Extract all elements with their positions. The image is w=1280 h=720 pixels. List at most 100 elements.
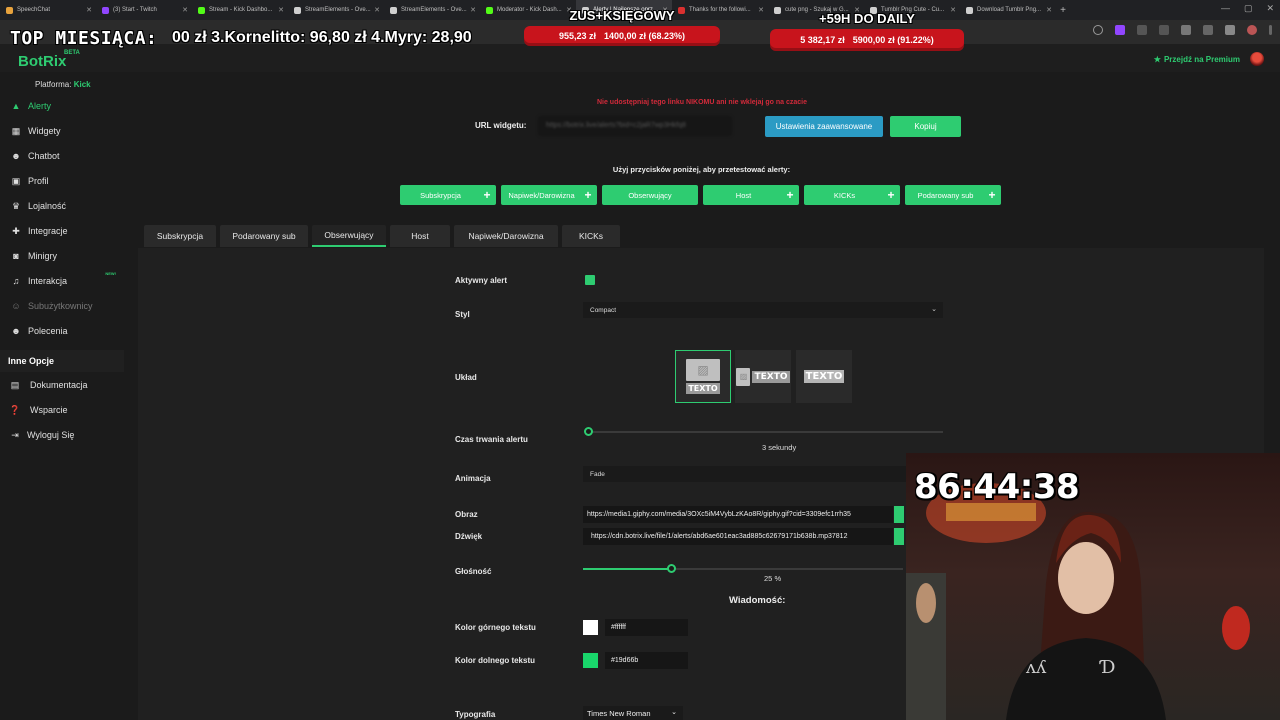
layout-option-side[interactable]: ▨ TEXTO bbox=[735, 350, 791, 403]
tab-obserwujacy[interactable]: Obserwujący bbox=[312, 225, 386, 247]
layout-option-stacked[interactable]: ▨ TEXTO bbox=[675, 350, 731, 403]
style-select[interactable]: Compact ⌄ bbox=[583, 302, 943, 318]
tab-subskrypcja[interactable]: Subskrypcja bbox=[144, 225, 216, 247]
duration-slider-handle[interactable] bbox=[584, 427, 593, 436]
sidebar-item-wsparcie[interactable]: ❓ Wsparcie bbox=[0, 398, 124, 422]
close-icon[interactable]: ✕ bbox=[374, 6, 380, 14]
copy-button[interactable]: Kopiuj bbox=[890, 116, 961, 137]
image-picker-button[interactable] bbox=[894, 506, 904, 523]
new-tab-icon[interactable]: + bbox=[1056, 5, 1070, 16]
test-button-obserwujacy[interactable]: Obserwujący bbox=[602, 185, 698, 205]
extension-icon[interactable] bbox=[1159, 25, 1169, 35]
volume-number: 25 bbox=[764, 574, 773, 583]
advanced-settings-button[interactable]: Ustawienia zaawansowane bbox=[765, 116, 883, 137]
browser-tab[interactable]: StreamElements - Ove... ✕ bbox=[288, 0, 384, 20]
warning-text: Nie udostępniaj tego linku NIKOMU ani ni… bbox=[596, 99, 808, 106]
duration-slider-track[interactable] bbox=[587, 431, 943, 433]
browser-tab[interactable]: Download Tumblr Png... ✕ bbox=[960, 0, 1056, 20]
close-icon[interactable]: ✕ bbox=[1046, 6, 1052, 14]
maximize-icon[interactable]: ▢ bbox=[1244, 3, 1253, 14]
sidebar-item-chatbot[interactable]: ☻ Chatbot bbox=[0, 144, 124, 168]
favicon-icon bbox=[390, 6, 397, 14]
favicon-icon bbox=[102, 6, 109, 14]
close-icon[interactable]: ✕ bbox=[758, 6, 764, 14]
premium-link[interactable]: ★ Przejdź na Premium bbox=[1154, 55, 1240, 64]
svg-text:Ɗ: Ɗ bbox=[1099, 657, 1115, 678]
browser-tab-label: Download Tumblr Png... bbox=[977, 7, 1042, 13]
overlay-goal: ZUS+KSIĘGOWY 955,23 zł 1400,00 zł (68.23%… bbox=[524, 8, 720, 46]
active-alert-checkbox[interactable] bbox=[585, 275, 595, 285]
test-instructions: Użyj przycisków poniżej, aby przetestowa… bbox=[612, 165, 791, 174]
bottom-text-color-swatch[interactable] bbox=[583, 653, 598, 668]
profile-icon[interactable] bbox=[1247, 25, 1257, 35]
browser-tab-label: StreamElements - Ove... bbox=[401, 7, 467, 13]
close-window-icon[interactable]: ✕ bbox=[1266, 3, 1274, 14]
sidebar-item-label: Minigry bbox=[28, 251, 58, 261]
close-icon[interactable]: ✕ bbox=[470, 6, 476, 14]
beta-badge: BETA bbox=[64, 50, 80, 56]
download-icon[interactable] bbox=[1203, 25, 1213, 35]
star-icon[interactable] bbox=[1093, 25, 1103, 35]
plus-icon: + bbox=[584, 188, 592, 202]
favicon-icon bbox=[294, 6, 301, 14]
sidebar-item-lojalnosc[interactable]: ♛ Lojalność bbox=[0, 194, 124, 218]
sidebar-item-widgety[interactable]: ▦ Widgety bbox=[0, 119, 124, 143]
sound-picker-button[interactable] bbox=[894, 528, 904, 545]
browser-tab[interactable]: SpeechChat ✕ bbox=[0, 0, 96, 20]
test-button-label: KICKs bbox=[833, 190, 856, 200]
typography-select[interactable]: Times New Roman ⌄ bbox=[583, 706, 683, 720]
top-text-color-swatch[interactable] bbox=[583, 620, 598, 635]
browser-tab[interactable]: Stream - Kick Dashbo... ✕ bbox=[192, 0, 288, 20]
menu-icon[interactable] bbox=[1269, 25, 1272, 35]
top-text-color-label: Kolor górnego tekstu bbox=[455, 623, 536, 632]
volume-slider-handle[interactable] bbox=[667, 564, 676, 573]
close-icon[interactable]: ✕ bbox=[182, 6, 188, 14]
tab-kicks[interactable]: KICKs bbox=[562, 225, 620, 247]
volume-slider-fill bbox=[583, 568, 671, 570]
sound-url-input[interactable]: https://cdn.botrix.live/file/1/alerts/ab… bbox=[583, 528, 893, 545]
tab-podarowany-sub[interactable]: Podarowany sub bbox=[220, 225, 308, 247]
test-button-subskrypcja[interactable]: Subskrypcja + bbox=[400, 185, 496, 205]
sidebar-item-label: Integracje bbox=[28, 226, 68, 236]
browser-tab[interactable]: StreamElements - Ove... ✕ bbox=[384, 0, 480, 20]
message-heading: Wiadomość: bbox=[729, 595, 786, 606]
sidebar-item-polecenia[interactable]: ☻ Polecenia bbox=[0, 319, 124, 343]
test-button-kicks[interactable]: KICKs + bbox=[804, 185, 900, 205]
browser-tab-label: StreamElements - Ove... bbox=[305, 7, 371, 13]
image-url-input[interactable]: https://media1.giphy.com/media/3OXc5iM4V… bbox=[583, 506, 893, 523]
extension-icon[interactable] bbox=[1181, 25, 1191, 35]
logout-icon: ⇥ bbox=[11, 429, 19, 440]
sidebar-item-dokumentacja[interactable]: ▤ Dokumentacja bbox=[0, 373, 124, 397]
close-icon[interactable]: ✕ bbox=[278, 6, 284, 14]
widget-url-field[interactable]: https://botrix.live/alerts?bid=c2jaR7wp3… bbox=[538, 116, 732, 136]
top-text-color-input[interactable]: #ffffff bbox=[605, 619, 688, 636]
bottom-text-color-input[interactable]: #19d66b bbox=[605, 652, 688, 669]
extension-icon[interactable] bbox=[1225, 25, 1235, 35]
close-icon[interactable]: ✕ bbox=[86, 6, 92, 14]
extension-icon[interactable] bbox=[1137, 25, 1147, 35]
favicon-icon bbox=[966, 6, 973, 14]
music-icon: ♫ bbox=[12, 276, 20, 286]
duration-number: 3 bbox=[762, 443, 767, 452]
overlay-top-label: TOP MIESIĄCA: bbox=[10, 28, 158, 49]
sidebar-item-wyloguj[interactable]: ⇥ Wyloguj Się bbox=[0, 423, 124, 447]
tab-host[interactable]: Host bbox=[390, 225, 450, 247]
botrix-logo[interactable]: BotRix bbox=[18, 53, 66, 70]
avatar[interactable] bbox=[1250, 52, 1264, 66]
test-button-host[interactable]: Host + bbox=[703, 185, 799, 205]
browser-tab[interactable]: (3) Start - Twitch ✕ bbox=[96, 0, 192, 20]
extension-twitch-icon[interactable] bbox=[1115, 25, 1125, 35]
minimize-icon[interactable]: — bbox=[1221, 3, 1230, 14]
sidebar-item-alerty[interactable]: ▲ Alerty bbox=[0, 94, 124, 118]
sidebar-item-integracje[interactable]: ✚ Integracje bbox=[0, 219, 124, 243]
layout-text-sample: TEXTO bbox=[803, 370, 845, 383]
animation-select[interactable]: Fade bbox=[583, 466, 913, 482]
tab-napiwek[interactable]: Napiwek/Darowizna bbox=[454, 225, 558, 247]
layout-option-overlay[interactable]: TEXTO bbox=[796, 350, 852, 403]
test-button-podarowany-sub[interactable]: Podarowany sub + bbox=[905, 185, 1001, 205]
sidebar-item-minigry[interactable]: ◙ Minigry bbox=[0, 244, 124, 268]
test-button-napiwek[interactable]: Napiwek/Darowizna + bbox=[501, 185, 597, 205]
sidebar-item-profil[interactable]: ▣ Profil bbox=[0, 169, 124, 193]
sidebar-item-label: Subużytkownicy bbox=[28, 301, 93, 311]
sidebar-item-interakcja[interactable]: ♫ Interakcja NEW! bbox=[0, 269, 124, 293]
